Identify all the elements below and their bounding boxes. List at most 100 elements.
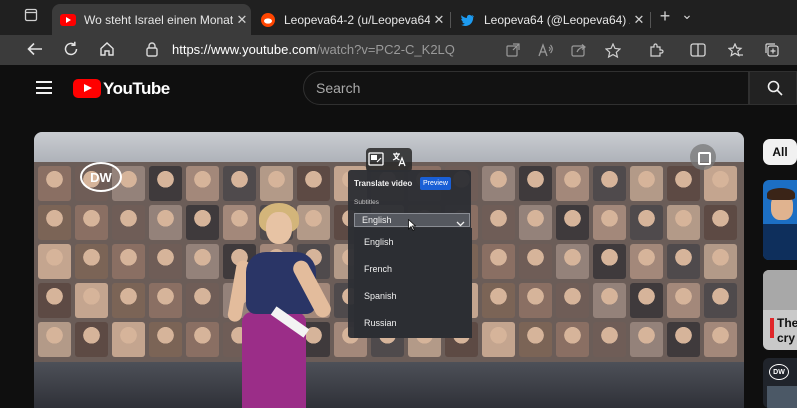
hostage-photo [75, 244, 108, 279]
hostage-photo [667, 283, 700, 318]
tab-twitter[interactable]: Leopeva64 (@Leopeva64) / Twitt ✕ [452, 4, 648, 35]
reddit-icon [260, 12, 276, 28]
hostage-photo [38, 283, 71, 318]
studio-floor [34, 362, 744, 408]
hostage-photo [186, 283, 219, 318]
chevron-down-icon[interactable]: ⌄ [678, 6, 696, 23]
hostage-photo [519, 205, 552, 240]
hostage-photo [556, 166, 589, 201]
refresh-icon[interactable] [60, 38, 82, 60]
tab-actions-icon[interactable] [22, 8, 40, 25]
hostage-photo [149, 166, 182, 201]
language-option-english[interactable]: English [364, 237, 394, 247]
language-option-russian[interactable]: Russian [364, 318, 397, 328]
dw-channel-logo: DW [80, 162, 122, 192]
extensions-icon[interactable] [646, 39, 666, 61]
youtube-logo-text[interactable]: YouTube [103, 79, 170, 99]
dw-badge: DW [769, 364, 789, 380]
search-input[interactable]: Search [303, 71, 749, 105]
hostage-photo [482, 244, 515, 279]
home-icon[interactable] [96, 38, 118, 60]
hostage-photo [630, 166, 663, 201]
search-icon [767, 80, 783, 96]
hostage-photo [112, 322, 145, 357]
search-button[interactable] [749, 71, 797, 105]
tab-close-button[interactable]: ✕ [630, 12, 648, 28]
hostage-photo [556, 205, 589, 240]
hostage-photo [482, 205, 515, 240]
hostage-photo [38, 166, 71, 201]
thumbnail-image [767, 386, 797, 408]
tab-close-button[interactable]: ✕ [233, 12, 251, 28]
thumbnail-shirt [763, 224, 797, 260]
hostage-photo [667, 322, 700, 357]
lock-icon[interactable] [144, 40, 160, 60]
share-icon[interactable] [569, 39, 589, 61]
tab-title: Leopeva64 (@Leopeva64) / Twitt [484, 12, 630, 27]
hostage-photo [556, 322, 589, 357]
tab-title: Leopeva64-2 (u/Leopeva64-2) - r [284, 12, 430, 27]
hostage-photo [186, 205, 219, 240]
address-bar[interactable]: https://www.youtube.com/watch?v=PC2-C_K2… [172, 42, 455, 57]
new-tab-button[interactable]: + [656, 6, 674, 27]
back-arrow-icon[interactable] [24, 38, 46, 60]
hostage-photo [704, 322, 737, 357]
tab-close-button[interactable]: ✕ [430, 12, 448, 28]
hostage-photo [630, 322, 663, 357]
thumbnail-text: cry [777, 331, 796, 345]
hostage-photo [593, 244, 626, 279]
hostage-photo [112, 244, 145, 279]
recommended-video-thumbnail[interactable]: The cry [763, 270, 797, 350]
youtube-logo-icon[interactable] [73, 79, 101, 98]
hostage-photo [297, 166, 330, 201]
recommended-video-thumbnail[interactable] [763, 180, 797, 260]
twitter-icon [460, 12, 476, 28]
hostage-photo [630, 244, 663, 279]
language-option-spanish[interactable]: Spanish [364, 291, 397, 301]
hostage-photo [593, 283, 626, 318]
hostage-photo [223, 166, 256, 201]
hostage-photo [704, 283, 737, 318]
hostage-photo [630, 205, 663, 240]
search-placeholder: Search [316, 80, 361, 96]
hostage-photo [556, 283, 589, 318]
hostage-photo [38, 244, 71, 279]
presenter-face [266, 212, 292, 244]
language-option-french[interactable]: French [364, 264, 392, 274]
hostage-photo [519, 244, 552, 279]
hostage-photo [38, 322, 71, 357]
picture-in-picture-icon[interactable] [367, 150, 387, 170]
hostage-photo [297, 205, 330, 240]
preview-badge: Preview [420, 177, 451, 190]
filter-chip-all[interactable]: All [763, 139, 797, 165]
hostage-photo [593, 205, 626, 240]
hostage-photo [186, 166, 219, 201]
chevron-down-icon [456, 215, 465, 227]
hostage-photo [75, 322, 108, 357]
collections-icon[interactable] [762, 39, 782, 61]
hostage-photo [704, 166, 737, 201]
hostage-photo [667, 244, 700, 279]
hostage-photo [186, 244, 219, 279]
hostage-photo [482, 283, 515, 318]
cast-icon[interactable] [690, 144, 716, 170]
translate-icon[interactable] [390, 150, 410, 170]
mouse-cursor-icon [408, 218, 417, 232]
hostage-photo [593, 166, 626, 201]
favorites-icon[interactable] [726, 39, 746, 61]
tab-reddit[interactable]: Leopeva64-2 (u/Leopeva64-2) - r ✕ [252, 4, 448, 35]
youtube-icon [60, 12, 76, 28]
split-screen-icon[interactable] [688, 39, 708, 61]
hostage-photo [75, 205, 108, 240]
hostage-photo [519, 166, 552, 201]
hostage-photo [112, 283, 145, 318]
hostage-photo [630, 283, 663, 318]
app-available-icon[interactable] [503, 39, 523, 61]
read-aloud-icon[interactable] [536, 39, 556, 61]
hostage-photo [149, 283, 182, 318]
menu-icon[interactable] [36, 81, 52, 94]
thumbnail-text: The [777, 316, 797, 330]
tab-youtube[interactable]: Wo steht Israel einen Monat nach ✕ [52, 4, 251, 35]
favorite-star-icon[interactable] [603, 39, 623, 61]
recommended-video-thumbnail[interactable]: DW [763, 358, 797, 408]
